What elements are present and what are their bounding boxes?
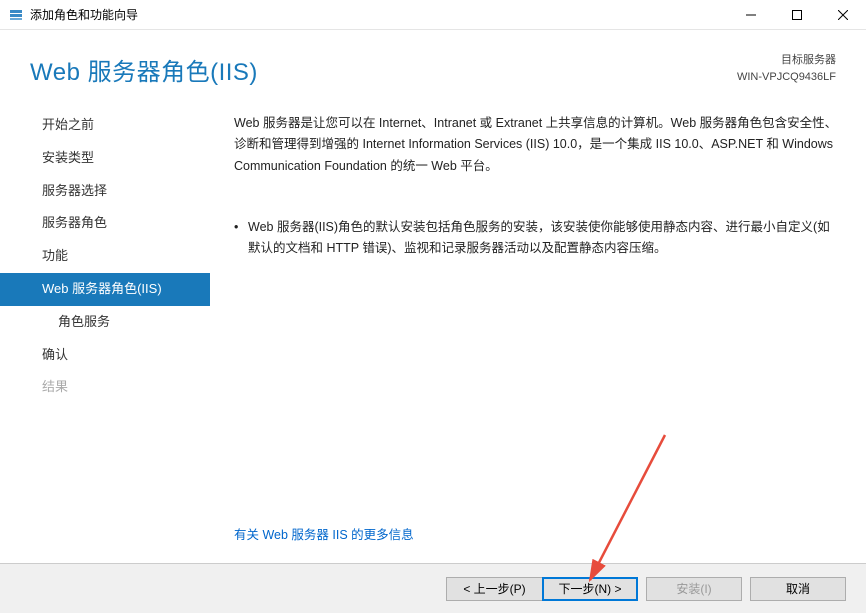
bullet-text: Web 服务器(IIS)角色的默认安装包括角色服务的安装，该安装使你能够使用静态… (248, 217, 838, 260)
sidebar-item-3[interactable]: 服务器角色 (0, 207, 210, 240)
server-manager-icon (8, 7, 24, 23)
sidebar-item-5[interactable]: Web 服务器角色(IIS) (0, 273, 210, 306)
sidebar-item-6[interactable]: 角色服务 (0, 306, 210, 339)
cancel-button[interactable]: 取消 (750, 577, 846, 601)
titlebar: 添加角色和功能向导 (0, 0, 866, 30)
sidebar-item-0[interactable]: 开始之前 (0, 109, 210, 142)
sidebar-item-2[interactable]: 服务器选择 (0, 175, 210, 208)
wizard-header: Web 服务器角色(IIS) 目标服务器 WIN-VPJCQ9436LF (0, 30, 866, 97)
sidebar-item-4[interactable]: 功能 (0, 240, 210, 273)
nav-button-group: < 上一步(P) 下一步(N) > (446, 577, 638, 601)
wizard-sidebar: 开始之前安装类型服务器选择服务器角色功能Web 服务器角色(IIS)角色服务确认… (0, 109, 210, 404)
sidebar-item-7[interactable]: 确认 (0, 339, 210, 372)
next-button[interactable]: 下一步(N) > (542, 577, 638, 601)
target-info: 目标服务器 WIN-VPJCQ9436LF (737, 52, 836, 85)
page-title: Web 服务器角色(IIS) (30, 52, 258, 87)
install-button[interactable]: 安装(I) (646, 577, 742, 601)
window-controls (728, 0, 866, 29)
sidebar-item-8: 结果 (0, 371, 210, 404)
sidebar-item-1[interactable]: 安装类型 (0, 142, 210, 175)
intro-text: Web 服务器是让您可以在 Internet、Intranet 或 Extran… (234, 113, 838, 177)
previous-button[interactable]: < 上一步(P) (446, 577, 542, 601)
bullet-item: •Web 服务器(IIS)角色的默认安装包括角色服务的安装，该安装使你能够使用静… (234, 217, 838, 260)
window-title: 添加角色和功能向导 (30, 6, 728, 23)
close-button[interactable] (820, 0, 866, 29)
wizard-content: Web 服务器是让您可以在 Internet、Intranet 或 Extran… (210, 109, 866, 404)
minimize-button[interactable] (728, 0, 774, 29)
target-server: WIN-VPJCQ9436LF (737, 69, 836, 86)
maximize-button[interactable] (774, 0, 820, 29)
bullet-dot-icon: • (234, 217, 248, 260)
wizard-body: 开始之前安装类型服务器选择服务器角色功能Web 服务器角色(IIS)角色服务确认… (0, 97, 866, 404)
wizard-footer: < 上一步(P) 下一步(N) > 安装(I) 取消 (0, 563, 866, 613)
target-label: 目标服务器 (737, 52, 836, 69)
more-info-link[interactable]: 有关 Web 服务器 IIS 的更多信息 (234, 524, 414, 543)
